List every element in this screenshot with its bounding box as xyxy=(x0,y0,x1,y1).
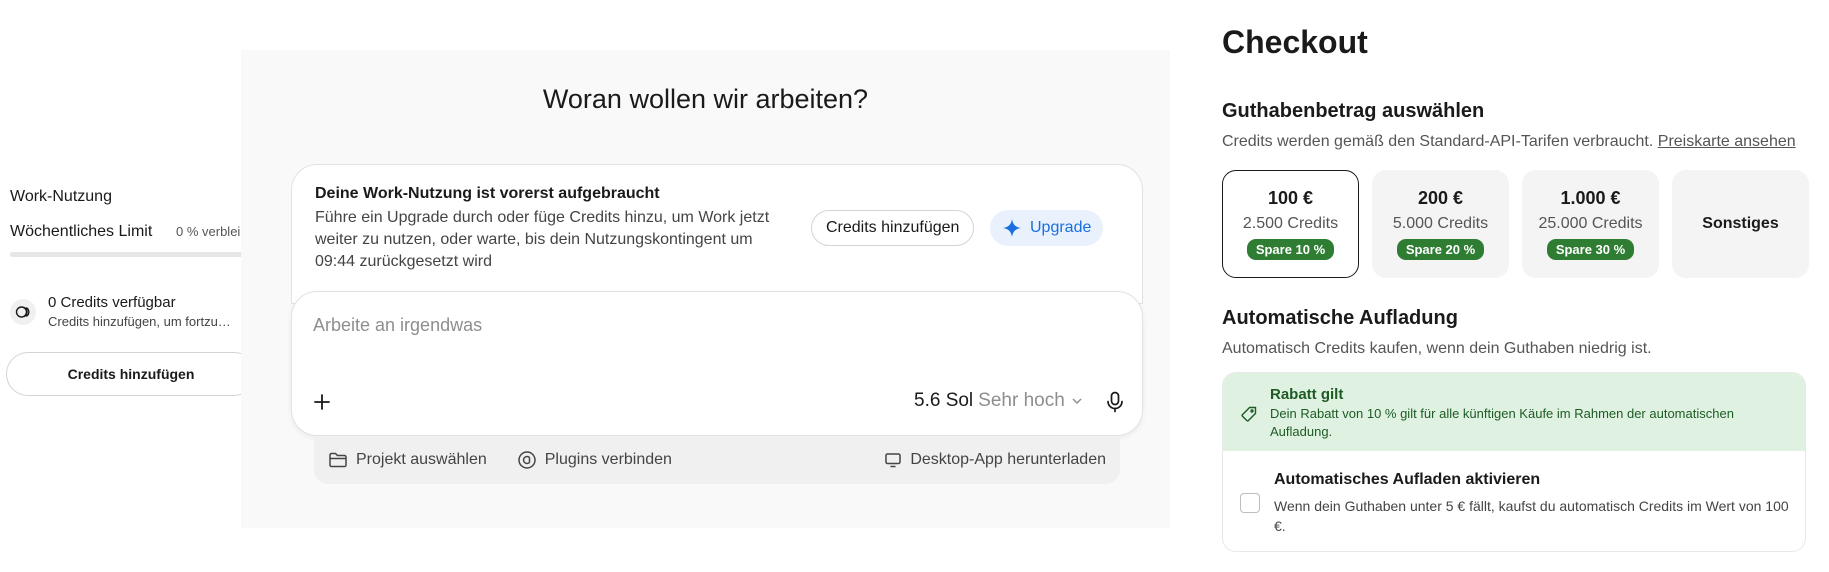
savings-badge: Spare 30 % xyxy=(1546,239,1635,260)
amount-option-200[interactable]: 200 € 5.000 Credits Spare 20 % xyxy=(1372,170,1509,278)
select-project-button[interactable]: Projekt auswählen xyxy=(328,451,487,469)
select-project-label: Projekt auswählen xyxy=(356,451,487,468)
upgrade-label: Upgrade xyxy=(1030,219,1092,236)
banner-title: Deine Work-Nutzung ist vorerst aufgebrau… xyxy=(315,185,660,202)
auto-topup-title: Automatisches Aufladen aktivieren xyxy=(1274,471,1541,488)
discount-title: Rabatt gilt xyxy=(1270,386,1344,403)
auto-topup-body: Wenn dein Guthaben unter 5 € fällt, kauf… xyxy=(1274,498,1789,534)
usage-panel: Work-Nutzung Wöchentliches Limit 0 % ver… xyxy=(0,176,264,406)
connect-plugins-button[interactable]: Plugins verbinden xyxy=(517,450,672,470)
coins-icon xyxy=(10,299,36,325)
weekly-limit-progress-bar xyxy=(10,252,248,257)
add-credits-button[interactable]: Credits hinzufügen xyxy=(6,352,256,396)
amount-option-other[interactable]: Sonstiges xyxy=(1672,170,1809,278)
banner-add-credits-button[interactable]: Credits hinzufügen xyxy=(811,210,975,246)
auto-topup-description: Automatisch Credits kaufen, wenn dein Gu… xyxy=(1222,340,1652,357)
composer-heading: Woran wollen wir arbeiten? xyxy=(542,84,869,114)
prompt-input[interactable]: Arbeite an irgendwas xyxy=(313,315,482,336)
credits-available: 0 Credits verfügbar xyxy=(48,294,176,311)
checkout-title: Checkout xyxy=(1222,24,1368,60)
auto-topup-checkbox[interactable] xyxy=(1240,493,1260,513)
discount-body: Dein Rabatt von 10 % gilt für alle künft… xyxy=(1270,406,1734,439)
auto-topup-box: Rabatt gilt Dein Rabatt von 10 % gilt fü… xyxy=(1222,372,1806,552)
savings-badge: Spare 10 % xyxy=(1246,239,1335,260)
composer-box: Arbeite an irgendwas 5.6 Sol Sehr hoch xyxy=(291,291,1143,436)
usage-exhausted-banner: Deine Work-Nutzung ist vorerst aufgebrau… xyxy=(291,164,1143,304)
auto-topup-option: Automatisches Aufladen aktivieren Wenn d… xyxy=(1223,451,1805,551)
price-list-link[interactable]: Preiskarte ansehen xyxy=(1658,133,1796,150)
weekly-limit-label: Wöchentliches Limit xyxy=(10,223,153,240)
download-desktop-app-label: Desktop-App herunterladen xyxy=(910,451,1106,468)
upgrade-button[interactable]: Upgrade xyxy=(990,210,1104,246)
amount-options: 100 € 2.500 Credits Spare 10 % 200 € 5.0… xyxy=(1222,170,1809,278)
model-name: 5.6 Sol xyxy=(914,390,974,411)
plugin-icon xyxy=(518,451,536,469)
auto-topup-heading: Automatische Aufladung xyxy=(1222,307,1458,329)
microphone-icon[interactable] xyxy=(1102,389,1128,415)
connect-plugins-label: Plugins verbinden xyxy=(544,451,672,468)
amount-option-100[interactable]: 100 € 2.500 Credits Spare 10 % xyxy=(1222,170,1359,278)
credits-status: 0 Credits verfügbar Credits hinzufügen, … xyxy=(10,293,260,331)
amount-option-1000[interactable]: 1.000 € 25.000 Credits Spare 30 % xyxy=(1522,170,1659,278)
banner-body: Führe ein Upgrade durch oder füge Credit… xyxy=(315,209,770,270)
composer-footer: Projekt auswählen Plugins verbinden Desk… xyxy=(314,436,1120,484)
amount-section-heading: Guthabenbetrag auswählen xyxy=(1222,100,1485,122)
tag-icon xyxy=(1241,406,1257,422)
weekly-limit-row: Wöchentliches Limit 0 % verbleiben xyxy=(10,223,262,241)
discount-notice: Rabatt gilt Dein Rabatt von 10 % gilt fü… xyxy=(1223,373,1805,451)
amount-section-description: Credits werden gemäß den Standard-API-Ta… xyxy=(1222,133,1796,150)
credits-hint: Credits hinzufügen, um fortzu… xyxy=(48,314,231,329)
chevron-down-icon xyxy=(1072,398,1082,405)
plus-icon[interactable] xyxy=(310,390,334,414)
download-desktop-app-button[interactable]: Desktop-App herunterladen xyxy=(884,451,1106,469)
monitor-icon xyxy=(885,453,902,468)
usage-panel-title: Work-Nutzung xyxy=(10,188,112,205)
savings-badge: Spare 20 % xyxy=(1396,239,1485,260)
model-selector[interactable]: 5.6 Sol Sehr hoch xyxy=(914,390,1084,412)
model-effort-level: Sehr hoch xyxy=(978,390,1065,411)
folder-icon xyxy=(329,452,347,468)
sparkle-icon xyxy=(1003,219,1021,237)
